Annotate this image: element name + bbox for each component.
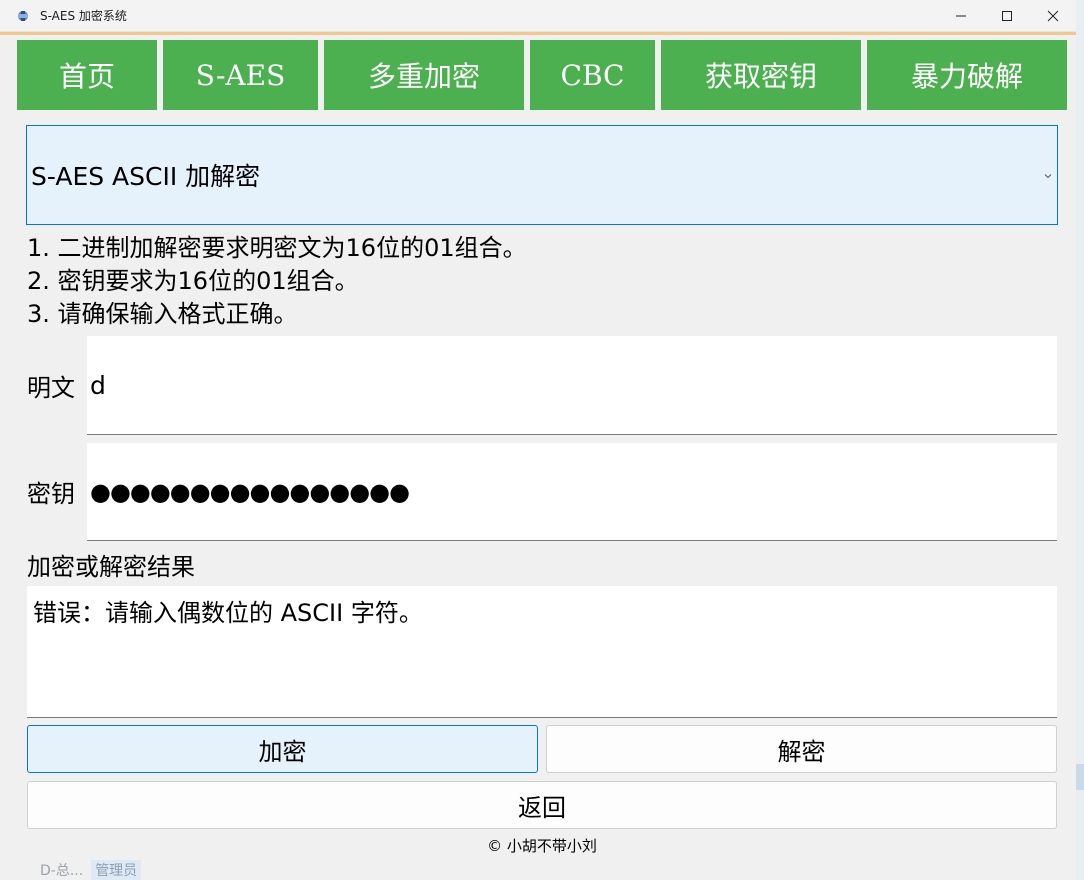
taskbar-peek: D-总... 管理员 — [40, 860, 210, 880]
plaintext-input[interactable]: d — [87, 336, 1057, 435]
tab-multi-encrypt[interactable]: 多重加密 — [324, 40, 524, 110]
tab-brute-force[interactable]: 暴力破解 — [867, 40, 1067, 110]
tab-get-key[interactable]: 获取密钥 — [661, 40, 861, 110]
instruction-line: 2. 密钥要求为16位的01组合。 — [27, 267, 359, 295]
instruction-line: 1. 二进制加解密要求明密文为16位的01组合。 — [27, 234, 527, 262]
app-icon — [16, 8, 32, 24]
mode-select-value: S-AES ASCII 加解密 — [31, 162, 261, 191]
key-input[interactable]: ●●●●●●●●●●●●●●●● — [87, 443, 1057, 541]
tab-bar: 首页 S-AES 多重加密 CBC 获取密钥 暴力破解 — [17, 40, 1067, 110]
minimize-button[interactable] — [938, 0, 984, 32]
tab-home[interactable]: 首页 — [17, 40, 157, 110]
result-label: 加密或解密结果 — [27, 553, 195, 581]
mode-select[interactable]: S-AES ASCII 加解密 — [26, 125, 1058, 225]
plaintext-value: d — [90, 370, 106, 400]
tab-s-aes[interactable]: S-AES — [163, 40, 318, 110]
key-label: 密钥 — [27, 480, 75, 508]
footer-credit: © 小胡不带小刘 — [487, 837, 597, 855]
chevron-down-icon — [1043, 166, 1053, 185]
instructions: 1. 二进制加解密要求明密文为16位的01组合。 2. 密钥要求为16位的01组… — [27, 232, 527, 331]
maximize-button[interactable] — [984, 0, 1030, 32]
result-value: 错误：请输入偶数位的 ASCII 字符。 — [33, 599, 423, 627]
plaintext-label: 明文 — [27, 374, 75, 402]
maximize-icon — [1002, 11, 1012, 21]
taskbar-badge: 管理员 — [91, 860, 142, 880]
taskbar-item: D-总... — [40, 863, 84, 879]
instruction-line: 3. 请确保输入格式正确。 — [27, 300, 298, 328]
minimize-icon — [956, 15, 966, 17]
window-title: S-AES 加密系统 — [40, 9, 127, 23]
desktop-edge — [1076, 0, 1084, 880]
decrypt-button[interactable]: 解密 — [546, 725, 1057, 773]
result-output[interactable]: 错误：请输入偶数位的 ASCII 字符。 — [27, 586, 1057, 718]
close-icon — [1047, 10, 1059, 22]
title-bar: S-AES 加密系统 — [0, 0, 1076, 32]
close-button[interactable] — [1030, 0, 1076, 32]
key-masked-value: ●●●●●●●●●●●●●●●● — [90, 477, 410, 506]
back-button[interactable]: 返回 — [27, 781, 1057, 829]
tab-cbc[interactable]: CBC — [530, 40, 655, 110]
encrypt-button[interactable]: 加密 — [27, 725, 538, 773]
